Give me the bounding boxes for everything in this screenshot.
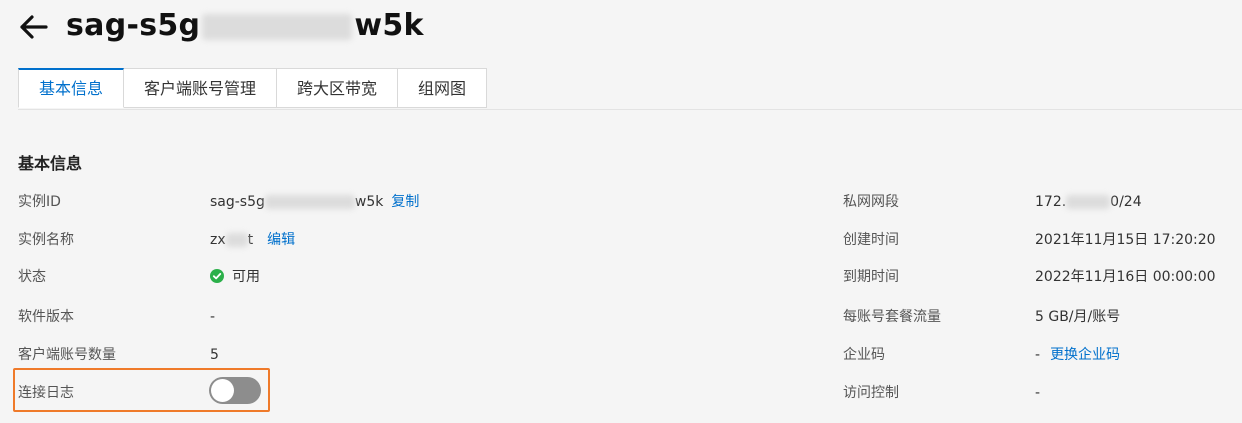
connection-log-toggle[interactable] — [209, 377, 261, 404]
tab-cross-region-bandwidth[interactable]: 跨大区带宽 — [277, 68, 399, 108]
client-account-count-value: 5 — [210, 347, 219, 363]
tab-network-diagram[interactable]: 组网图 — [398, 68, 488, 108]
access-control-value: - — [1035, 385, 1041, 401]
instance-name-suffix: t — [247, 232, 254, 248]
page-title-prefix: sag-s5g — [66, 8, 201, 43]
private-cidr-label: 私网网段 — [843, 194, 899, 210]
traffic-package-value: 5 GB/月/账号 — [1035, 309, 1121, 325]
software-version-label: 软件版本 — [18, 309, 74, 325]
change-enterprise-code-link[interactable]: 更换企业码 — [1050, 347, 1120, 363]
section-title: 基本信息 — [18, 154, 83, 173]
created-time-value: 2021年11月15日 17:20:20 — [1035, 232, 1216, 248]
redacted-blur — [225, 233, 248, 247]
page-header: sag-s5g w5k — [0, 0, 1242, 60]
toggle-knob — [211, 379, 234, 402]
expire-time-value: 2022年11月16日 00:00:00 — [1035, 269, 1216, 285]
check-circle-icon — [210, 269, 224, 283]
enterprise-code-text: - — [1035, 347, 1041, 363]
enterprise-code-value: - 更换企业码 — [1035, 345, 1120, 365]
instance-name-prefix: zx — [210, 232, 226, 248]
private-cidr-value: 172. 0/24 — [1035, 192, 1142, 212]
status-value: 可用 — [210, 267, 260, 287]
software-version-value: - — [210, 309, 216, 325]
copy-id-link[interactable]: 复制 — [391, 194, 419, 210]
connection-log-label: 连接日志 — [18, 385, 74, 401]
created-time-label: 创建时间 — [843, 232, 899, 248]
back-arrow-icon[interactable] — [16, 10, 50, 44]
page-title: sag-s5g w5k — [66, 8, 424, 43]
edit-name-link[interactable]: 编辑 — [267, 232, 295, 248]
client-account-count-label: 客户端账号数量 — [18, 347, 116, 363]
redacted-blur — [1066, 195, 1111, 209]
private-cidr-suffix: 0/24 — [1110, 194, 1142, 210]
traffic-package-label: 每账号套餐流量 — [843, 309, 941, 325]
redacted-blur — [202, 13, 353, 40]
status-text: 可用 — [232, 269, 260, 285]
tabs-divider — [18, 109, 1242, 110]
enterprise-code-label: 企业码 — [843, 347, 885, 363]
private-cidr-prefix: 172. — [1035, 194, 1067, 210]
status-label: 状态 — [18, 269, 46, 285]
tab-client-accounts[interactable]: 客户端账号管理 — [124, 68, 278, 108]
instance-name-value: zx t 编辑 — [210, 230, 295, 250]
instance-id-value: sag-s5g w5k 复制 — [210, 192, 419, 212]
expire-time-label: 到期时间 — [843, 269, 899, 285]
instance-id-label: 实例ID — [18, 194, 61, 210]
page-title-suffix: w5k — [354, 8, 424, 43]
instance-id-suffix: w5k — [354, 194, 384, 210]
tab-bar: 基本信息 客户端账号管理 跨大区带宽 组网图 — [18, 68, 488, 110]
tab-basic-info[interactable]: 基本信息 — [18, 68, 125, 108]
redacted-blur — [264, 195, 355, 209]
instance-name-label: 实例名称 — [18, 232, 74, 248]
instance-id-prefix: sag-s5g — [210, 194, 265, 210]
access-control-label: 访问控制 — [843, 385, 899, 401]
